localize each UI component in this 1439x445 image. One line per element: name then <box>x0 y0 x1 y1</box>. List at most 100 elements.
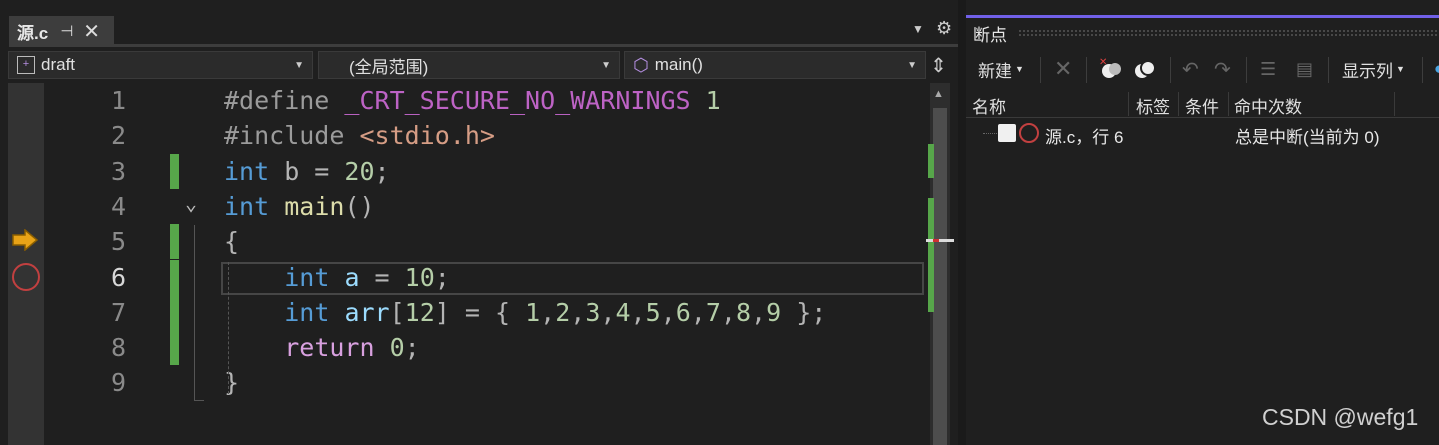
code-text: #include <stdio.h> <box>224 121 495 150</box>
code-token: 12 <box>404 297 435 327</box>
svg-text:✕: ✕ <box>1099 57 1107 68</box>
toggle-all-icon[interactable] <box>1132 50 1158 88</box>
title-drag-handle[interactable] <box>1018 29 1439 37</box>
column-condition[interactable]: 条件 <box>1185 93 1219 118</box>
function-name: main() <box>654 55 703 74</box>
breakpoints-title: 断点 <box>973 26 1007 45</box>
code-token: 8 <box>735 297 752 327</box>
enable-checkbox[interactable] <box>998 124 1016 142</box>
toolbar-separator <box>1422 57 1423 83</box>
column-hit-count[interactable]: 命中次数 <box>1234 93 1302 118</box>
code-line[interactable]: 4 ⌄ int main() <box>44 189 930 224</box>
tab-title: 源.c <box>17 23 49 43</box>
code-token: int <box>224 191 270 221</box>
code-line[interactable]: 3 int b = 20; <box>44 153 930 189</box>
column-separator[interactable] <box>1228 92 1229 116</box>
code-line[interactable]: 5{ <box>44 224 930 260</box>
breakpoint-disabled-icon[interactable] <box>12 263 40 291</box>
watermark: CSDN @wefg1 <box>1262 404 1419 430</box>
breakpoints-toolbar: 新建 ▼ ✕ ✕ ↶ ↷ ☰ ▤ 显示列 ▼ ◖ <box>966 50 1439 88</box>
code-token: b = <box>269 156 345 186</box>
code-text: int b = 20; <box>224 157 390 186</box>
delete-all-icon[interactable]: ✕ <box>1098 50 1124 88</box>
code-line[interactable]: 9} <box>44 365 930 400</box>
code-token: 1 <box>690 86 721 115</box>
code-token: [ <box>389 297 405 327</box>
code-token: , <box>570 297 586 327</box>
columns-button[interactable]: 显示列 ▼ <box>1342 50 1405 88</box>
project-icon: + <box>17 56 35 74</box>
scrollbar-thumb[interactable] <box>933 108 947 445</box>
pin-icon[interactable]: ⊣ <box>60 22 73 40</box>
code-token: 0 <box>389 333 405 363</box>
code-token: } <box>224 368 240 398</box>
code-token: 7 <box>705 297 721 327</box>
export-icon[interactable]: ▤ <box>1296 50 1313 88</box>
code-line[interactable]: 1 #define _CRT_SECURE_NO_WARNINGS 1 <box>44 83 930 118</box>
column-name[interactable]: 名称 <box>972 93 1006 118</box>
scope-dropdown[interactable]: (全局范围) ▼ <box>318 51 620 79</box>
column-separator[interactable] <box>1394 92 1395 116</box>
toolbar-separator <box>1246 57 1247 83</box>
code-token: , <box>600 297 616 327</box>
code-token: , <box>660 297 676 327</box>
undo-icon[interactable]: ↶ <box>1182 50 1199 88</box>
split-view-icon[interactable]: ⇕ <box>930 53 947 78</box>
change-indicator <box>170 294 179 331</box>
import-icon[interactable]: ☰ <box>1260 50 1276 88</box>
change-indicator <box>170 330 179 366</box>
toolbar-separator <box>1086 57 1087 83</box>
scroll-up-icon[interactable]: ▲ <box>933 88 944 100</box>
line-number: 8 <box>110 333 126 363</box>
gear-icon[interactable]: ⚙ <box>936 18 952 39</box>
indent-guide <box>228 262 229 394</box>
current-line-highlight <box>221 262 924 295</box>
code-token: }; <box>781 297 827 327</box>
project-dropdown[interactable]: + draft ▼ <box>8 51 313 79</box>
code-line[interactable]: 2 #include <stdio.h> <box>44 118 930 153</box>
close-icon[interactable]: ✕ <box>83 19 100 44</box>
code-token: 2 <box>555 297 571 327</box>
redo-icon[interactable]: ↷ <box>1214 50 1231 88</box>
new-breakpoint-button[interactable]: 新建 ▼ <box>978 50 1024 88</box>
code-token: () <box>344 191 375 221</box>
breakpoint-hit-count: 总是中断(当前为 0) <box>1235 128 1380 147</box>
code-text: } <box>224 368 239 397</box>
code-token: return <box>284 333 375 363</box>
code-token: int <box>284 297 330 327</box>
search-icon[interactable]: ◖ <box>1432 50 1439 88</box>
code-token: 20 <box>344 156 375 186</box>
change-indicator <box>170 259 179 295</box>
fold-chevron-icon[interactable]: ⌄ <box>185 191 197 215</box>
breakpoints-table-header: 名称 标签 条件 命中次数 <box>966 90 1439 118</box>
code-token: 1 <box>525 297 541 327</box>
code-line[interactable]: 8 return 0; <box>44 330 930 366</box>
tab-source-file[interactable]: 源.c ⊣ ✕ <box>9 16 114 46</box>
column-separator[interactable] <box>1178 92 1179 116</box>
toolbar-separator <box>1328 57 1329 83</box>
line-number: 1 <box>110 86 126 115</box>
line-number: 9 <box>110 368 126 398</box>
chevron-down-icon: ▼ <box>601 60 611 71</box>
code-token: int <box>224 156 270 186</box>
scroll-change-marker <box>928 144 934 178</box>
code-text: #define _CRT_SECURE_NO_WARNINGS 1 <box>224 86 721 115</box>
column-separator[interactable] <box>1128 92 1129 116</box>
delete-icon[interactable]: ✕ <box>1054 50 1072 88</box>
line-number: 3 <box>110 156 126 186</box>
column-labels[interactable]: 标签 <box>1136 93 1170 118</box>
code-token: ; <box>374 156 390 186</box>
tab-list-dropdown-icon[interactable]: ▼ <box>912 22 924 36</box>
function-dropdown[interactable]: ⬡ main() ▼ <box>624 51 926 79</box>
code-token: ; <box>404 333 420 363</box>
scroll-caret-marker <box>926 239 954 242</box>
current-statement-arrow-icon <box>12 229 39 251</box>
code-token: ] = { <box>434 297 526 327</box>
code-token: <stdio.h> <box>359 121 495 151</box>
code-line[interactable]: 7 int arr[12] = { 1,2,3,4,5,6,7,8,9 }; <box>44 294 930 331</box>
line-number: 2 <box>110 121 126 151</box>
pane-splitter[interactable] <box>958 0 966 445</box>
